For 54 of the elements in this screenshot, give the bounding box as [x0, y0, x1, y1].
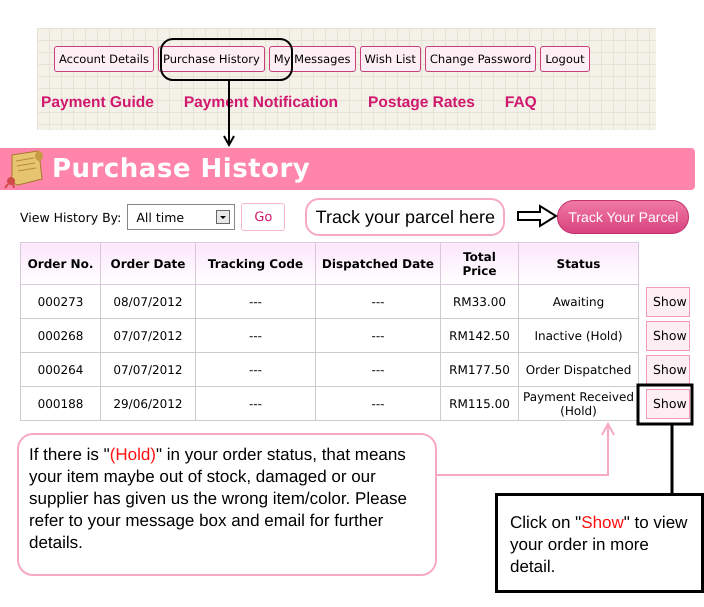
nav-button[interactable]: Purchase History — [158, 46, 265, 72]
filter-label: View History By: — [20, 210, 122, 224]
table-cell: --- — [196, 318, 316, 352]
show-button[interactable]: Show — [646, 320, 690, 350]
history-select[interactable]: All time — [127, 204, 236, 230]
nav-button[interactable]: Account Details — [54, 46, 154, 72]
table-cell: --- — [316, 352, 440, 386]
table-cell: 000188 — [20, 386, 100, 420]
nav-button[interactable]: Logout — [540, 46, 590, 72]
column-header: Status — [518, 242, 638, 284]
column-header: Tracking Code — [196, 242, 316, 284]
table-cell: --- — [196, 386, 316, 420]
nav-button[interactable]: Change Password — [424, 46, 536, 72]
caret-icon — [216, 210, 230, 224]
page-title: Purchase History — [52, 154, 310, 184]
column-header: Total Price — [440, 242, 518, 284]
table-cell: RM33.00 — [440, 284, 518, 318]
table-cell: --- — [316, 284, 440, 318]
table-cell: 07/07/2012 — [100, 318, 196, 352]
go-button[interactable]: Go — [241, 203, 286, 231]
table-cell: RM115.00 — [440, 386, 518, 420]
nav-link[interactable]: FAQ — [504, 94, 537, 112]
nav-button[interactable]: Wish List — [360, 46, 421, 72]
show-note: Click on "Show" to view your order in more detail. — [495, 493, 704, 593]
nav-link[interactable]: Payment Guide — [41, 94, 154, 112]
table-cell: --- — [196, 352, 316, 386]
table-cell: --- — [316, 386, 440, 420]
table-cell: Inactive (Hold) — [518, 318, 638, 352]
table-cell: Awaiting — [518, 284, 638, 318]
table-cell: --- — [196, 284, 316, 318]
column-header: Order No. — [20, 242, 100, 284]
show-button[interactable]: Show — [646, 388, 690, 418]
hollow-arrow-icon — [517, 204, 558, 228]
hold-note: If there is "(Hold)" in your order status, that means your item maybe out of stock, damaged or our supplier has given us the wrong item/color. Please refer to your message box and email for further details. — [17, 433, 437, 576]
nav-link[interactable]: Postage Rates — [368, 94, 475, 112]
table-cell: RM177.50 — [440, 352, 518, 386]
table-cell: RM142.50 — [440, 318, 518, 352]
table-cell: --- — [316, 318, 440, 352]
table-cell: 000273 — [20, 284, 100, 318]
show-button[interactable]: Show — [646, 354, 690, 384]
column-header: Order Date — [100, 242, 196, 284]
show-button[interactable]: Show — [646, 286, 690, 316]
leader-line — [670, 425, 674, 494]
highlight-frame — [636, 384, 694, 426]
table-cell: 29/06/2012 — [100, 386, 196, 420]
table-cell: Order Dispatched — [518, 352, 638, 386]
table-cell: 08/07/2012 — [100, 284, 196, 318]
column-header: Dispatched Date — [316, 242, 440, 284]
scroll-icon — [2, 149, 46, 189]
table-cell: 000264 — [20, 352, 100, 386]
table-cell: 07/07/2012 — [100, 352, 196, 386]
callout: Track your parcel here — [305, 198, 506, 236]
nav-button[interactable]: My Messages — [268, 46, 356, 72]
table-cell: 000268 — [20, 318, 100, 352]
